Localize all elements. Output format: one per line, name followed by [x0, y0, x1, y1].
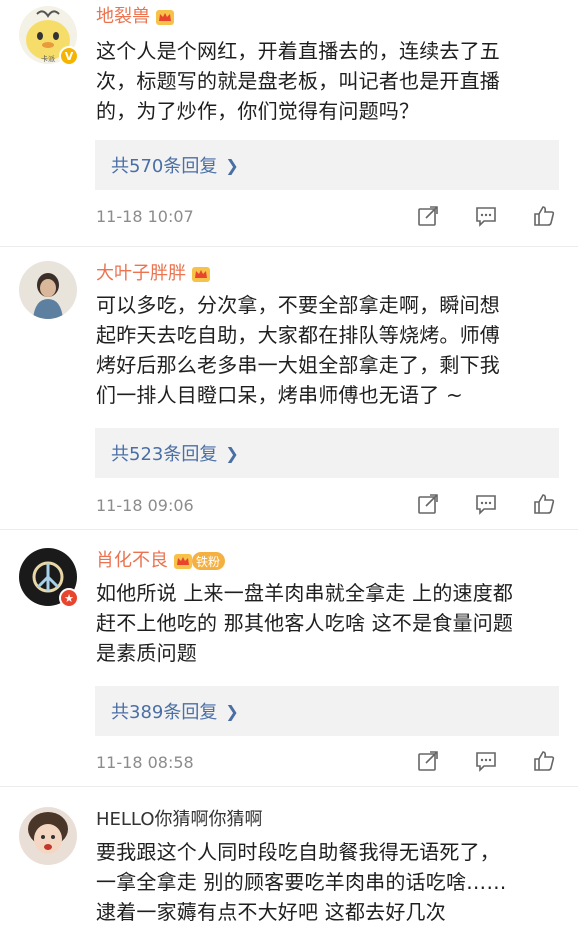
view-replies-button[interactable]: 共523条回复 ❯	[95, 428, 559, 478]
comment-text-line: 要我跟这个人同时段吃自助餐我得无语死了，	[96, 840, 500, 864]
like-icon[interactable]	[532, 204, 556, 228]
comment-item: 大叶子胖胖 可以多吃，分次拿，不要全部拿走啊，瞬间想 起昨天去吃自助，大家都在排…	[0, 247, 578, 530]
comment-text-line: 起昨天去吃自助，大家都在排队等烧烤。师傅	[96, 323, 500, 347]
comment-icon[interactable]	[474, 492, 498, 516]
view-replies-button[interactable]: 共570条回复 ❯	[95, 140, 559, 190]
comment-text-line: 可以多吃，分次拿，不要全部拿走啊，瞬间想	[96, 293, 500, 317]
comment-text-line: 的，为了炒作，你们觉得有问题吗？	[96, 99, 420, 123]
timestamp: 11-18 09:06	[96, 496, 194, 515]
crown-icon	[156, 10, 174, 25]
timestamp: 11-18 08:58	[96, 753, 194, 772]
comment-text-line: 们一排人目瞪口呆，烤串师傅也无语了 ~	[96, 383, 463, 407]
comment-text-line: 如他所说 上来一盘羊肉串就全拿走 上的速度都	[96, 581, 514, 605]
share-icon[interactable]	[416, 492, 440, 516]
chevron-right-icon: ❯	[225, 443, 239, 463]
view-replies-button[interactable]: 共389条回复 ❯	[95, 686, 559, 736]
timestamp: 11-18 10:07	[96, 207, 194, 226]
comment-text-line: 赶不上他吃的 那其他客人吃啥 这不是食量问题	[96, 611, 514, 635]
comment-icon[interactable]	[474, 749, 498, 773]
reply-count: 共523条回复	[111, 444, 218, 465]
comment-text-line: 这个人是个网红，开着直播去的，连续去了五	[96, 39, 500, 63]
username[interactable]: 肖化不良	[96, 550, 168, 572]
comment-item: ★ 肖化不良 铁粉 如他所说 上来一盘羊肉串就全拿走 上的速度都 赶不上他吃的 …	[0, 530, 578, 787]
username[interactable]: HELLO你猜啊你猜啊	[96, 809, 263, 831]
comment-item: HELLO你猜啊你猜啊 要我跟这个人同时段吃自助餐我得无语死了， 一拿全拿走 别…	[0, 787, 578, 933]
chevron-right-icon: ❯	[225, 155, 239, 175]
comment-text-line: 烤好后那么老多串一大姐全部拿走了，剩下我	[96, 353, 500, 377]
avatar[interactable]	[19, 261, 77, 319]
like-icon[interactable]	[532, 492, 556, 516]
username[interactable]: 大叶子胖胖	[96, 263, 186, 285]
reply-count: 共570条回复	[111, 156, 218, 177]
crown-icon	[174, 554, 192, 569]
verified-badge-icon: V	[59, 46, 79, 66]
share-icon[interactable]	[416, 204, 440, 228]
like-icon[interactable]	[532, 749, 556, 773]
member-badge-icon: ★	[59, 588, 79, 608]
comment-item: 卡派 V 地裂兽 这个人是个网红，开着直播去的，连续去了五 次，标题写的就是盘老…	[0, 0, 578, 247]
share-icon[interactable]	[416, 749, 440, 773]
comment-text-line: 次，标题写的就是盘老板，叫记者也是开直播	[96, 69, 500, 93]
comment-text-line: 是素质问题	[96, 641, 197, 665]
username[interactable]: 地裂兽	[96, 6, 150, 28]
comment-icon[interactable]	[474, 204, 498, 228]
reply-count: 共389条回复	[111, 702, 218, 723]
chevron-right-icon: ❯	[225, 701, 239, 721]
avatar[interactable]	[19, 807, 77, 865]
crown-icon	[192, 267, 210, 282]
comment-text-line: 逮着一家薅有点不大好吧 这都去好几次	[96, 900, 446, 924]
fan-badge: 铁粉	[192, 552, 226, 570]
avatar[interactable]: ★	[19, 548, 79, 608]
svg-text:卡派: 卡派	[41, 54, 55, 63]
comment-text-line: 一拿全拿走 别的顾客要吃羊肉串的话吃啥……	[96, 870, 507, 894]
avatar[interactable]: 卡派 V	[19, 6, 79, 66]
